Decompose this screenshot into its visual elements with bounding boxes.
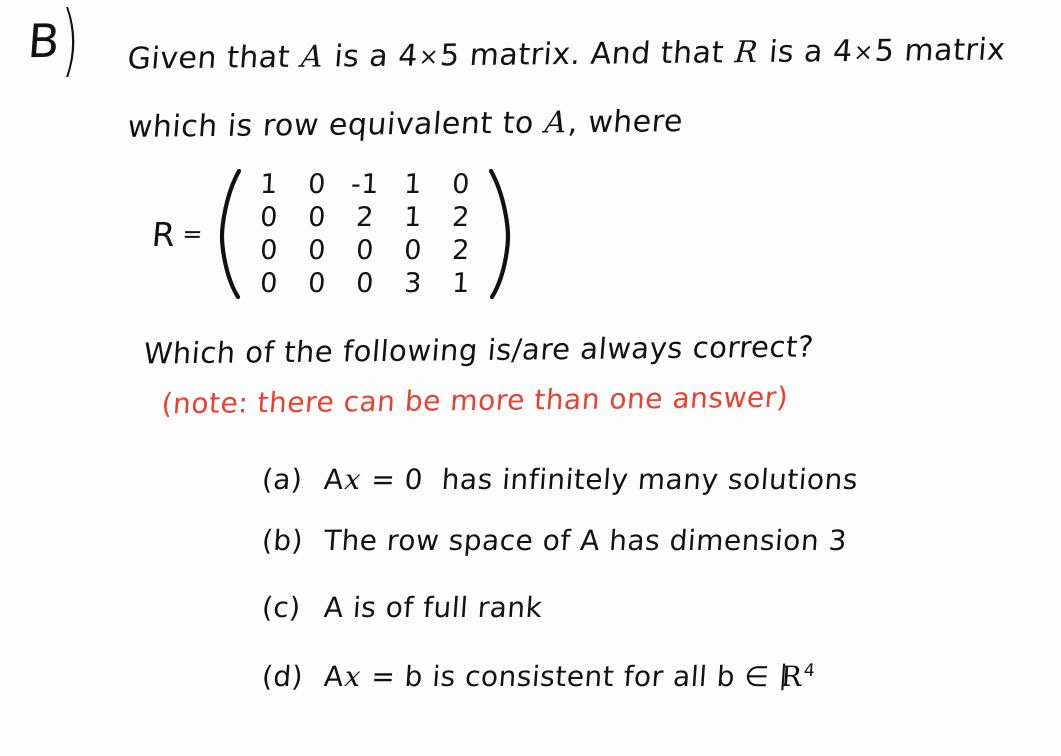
handwritten-problem-page: B) Given that A is a 4×5 matrix. And tha… [0, 0, 1061, 756]
matrix-name-label: R = [150, 215, 204, 254]
multiply-icon-1: × [417, 42, 441, 71]
option-a-matrix-symbol: A [322, 463, 345, 496]
matrix-cell: 0 [355, 235, 375, 266]
matrix-cell: 1 [451, 268, 471, 299]
option-d-set-exponent: 4 [803, 660, 816, 681]
left-paren-icon [219, 168, 242, 300]
matrix-cell: 0 [307, 169, 327, 200]
option-c-label: (c) [260, 591, 302, 624]
matrix-row: 0 0 0 3 1 [245, 267, 485, 300]
matrix-cell: 0 [259, 235, 279, 266]
matrix-bracketed-grid: 1 0 -1 1 0 0 0 2 1 2 0 0 0 0 2 0 0 0 3 1 [217, 168, 513, 300]
option-a-label: (a) [260, 463, 304, 496]
option-d-equation-rest: = b [360, 660, 425, 693]
option-a[interactable]: (a) Ax = 0 has infinitely many solutions [260, 463, 859, 496]
matrix-cell: 3 [403, 268, 423, 299]
option-d-vector-symbol: x [343, 660, 363, 693]
matrix-cell: 1 [403, 169, 423, 200]
option-a-statement: has infinitely many solutions [440, 463, 860, 496]
matrix-cell: 1 [259, 169, 279, 200]
matrix-definition: R = 1 0 -1 1 0 0 0 2 1 2 0 0 0 0 2 0 0 0… [150, 168, 513, 300]
matrix-grid: 1 0 -1 1 0 0 0 2 1 2 0 0 0 0 2 0 0 0 3 1 [245, 168, 485, 300]
option-a-text: Ax = 0 has infinitely many solutions [323, 463, 859, 496]
option-b-label: (b) [260, 524, 305, 557]
prompt-text-given: Given that [126, 39, 292, 77]
question-text-inner: Which of the following is/are always cor… [142, 329, 816, 371]
question-note-inner: (note: there can be more than one answer… [160, 380, 790, 421]
prompt-var-a-1: A [299, 39, 325, 75]
prompt-var-a-2: A [543, 105, 569, 141]
option-d-matrix-symbol: A [322, 660, 345, 693]
matrix-cell: 0 [355, 268, 375, 299]
multiply-icon-2: × [852, 37, 875, 66]
prompt-text-roweq: which is row equivalent to [126, 105, 536, 145]
problem-label-paren: ) [61, 0, 80, 86]
option-d[interactable]: (d) Ax = b is consistent for all b ∈ R4 [260, 660, 816, 693]
matrix-row: 1 0 -1 1 0 [245, 168, 485, 201]
question-text: Which of the following is/are always cor… [142, 329, 815, 370]
matrix-cell: 0 [307, 202, 327, 233]
prompt-line-1: Given that A is a 4×5 matrix. And that R… [126, 32, 1006, 76]
prompt-text-isa-1: is a [332, 38, 390, 75]
option-a-vector-symbol: x [343, 463, 363, 496]
question-note: (note: there can be more than one answer… [160, 381, 789, 421]
matrix-row: 0 0 0 0 2 [245, 234, 485, 267]
prompt-var-r: R [733, 34, 760, 71]
matrix-cell: 2 [355, 202, 375, 233]
problem-label: B) [25, 0, 80, 78]
option-c[interactable]: (c) A is of full rank [260, 591, 544, 624]
matrix-cell: 0 [451, 169, 471, 200]
option-d-statement: is consistent for all b ∈ [421, 660, 780, 693]
matrix-cell: 0 [259, 268, 279, 299]
option-d-label: (d) [260, 660, 305, 693]
matrix-cell: -1 [350, 169, 380, 200]
prompt-text-matrix-and: matrix. And that [468, 35, 726, 74]
right-paren-icon [488, 168, 511, 300]
matrix-row: 0 0 2 1 2 [245, 201, 485, 234]
matrix-cell: 1 [403, 202, 423, 233]
real-numbers-set-icon: R [778, 660, 804, 693]
prompt-dim-5-1: 5 [438, 38, 462, 74]
matrix-cell: 2 [451, 235, 471, 266]
prompt-text-matrix-end: matrix [903, 32, 1007, 69]
matrix-cell: 2 [451, 202, 471, 233]
option-b[interactable]: (b) The row space of A has dimension 3 [260, 524, 849, 557]
matrix-cell: 0 [403, 235, 423, 266]
option-c-text: A is of full rank [322, 591, 544, 624]
option-d-text: Ax = b is consistent for all b ∈ R4 [323, 660, 816, 693]
prompt-dim-5-2: 5 [873, 33, 896, 69]
option-a-equation-rest: = 0 [360, 463, 425, 496]
option-b-text: The row space of A has dimension 3 [322, 524, 849, 557]
matrix-cell: 0 [259, 202, 279, 233]
matrix-cell: 0 [307, 268, 327, 299]
prompt-line-2: which is row equivalent to A, where [126, 104, 685, 145]
matrix-name: R [150, 214, 178, 254]
prompt-text-where: , where [566, 104, 685, 141]
matrix-equals-sign: = [181, 219, 205, 248]
problem-label-letter: B [25, 13, 63, 69]
prompt-text-isa-2: is a [767, 34, 825, 70]
matrix-cell: 0 [307, 235, 327, 266]
